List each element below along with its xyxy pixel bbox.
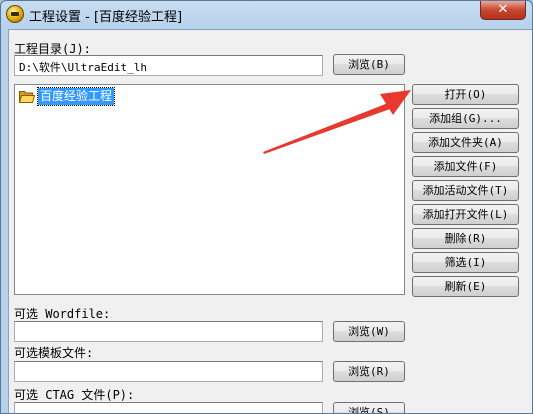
project-tree[interactable]: 百度经验工程 [14, 84, 405, 295]
template-label: 可选模板文件: [14, 346, 94, 360]
browse-template-button[interactable]: 浏览(R) [333, 361, 405, 382]
tree-item-label: 百度经验工程 [36, 87, 116, 106]
dialog-body: 工程目录(J): D:\软件\UltraEdit_lh 浏览(B) 百度经验工程… [8, 29, 532, 413]
delete-button[interactable]: 删除(R) [412, 228, 519, 249]
close-button[interactable]: ✕ [480, 1, 526, 20]
close-icon: ✕ [497, 2, 509, 17]
wordfile-label: 可选 Wordfile: [14, 307, 111, 321]
browse-ctag-button[interactable]: 浏览(S) [333, 402, 405, 413]
project-dir-input[interactable]: D:\软件\UltraEdit_lh [14, 55, 323, 76]
browse-wordfile-button[interactable]: 浏览(W) [333, 321, 405, 342]
project-settings-window: 工程设置 - [百度经验工程] ✕ 工程目录(J): D:\软件\UltraEd… [0, 0, 533, 414]
add-group-button[interactable]: 添加组(G)... [412, 108, 519, 129]
window-title: 工程设置 - [百度经验工程] [29, 10, 183, 25]
add-open-files-button[interactable]: 添加打开文件(L) [412, 204, 519, 225]
app-icon [6, 5, 24, 23]
add-file-button[interactable]: 添加文件(F) [412, 156, 519, 177]
folder-open-icon [19, 91, 35, 103]
add-folder-button[interactable]: 添加文件夹(A) [412, 132, 519, 153]
wordfile-input[interactable] [14, 321, 323, 342]
title-bar[interactable]: 工程设置 - [百度经验工程] ✕ [1, 1, 532, 28]
open-button[interactable]: 打开(O) [412, 84, 519, 105]
filter-button[interactable]: 筛选(I) [412, 252, 519, 273]
ctag-label: 可选 CTAG 文件(P): [14, 388, 135, 402]
add-active-file-button[interactable]: 添加活动文件(T) [412, 180, 519, 201]
template-input[interactable] [14, 361, 323, 382]
browse-project-dir-button[interactable]: 浏览(B) [333, 54, 405, 75]
refresh-button[interactable]: 刷新(E) [412, 276, 519, 297]
ctag-input[interactable] [14, 402, 323, 413]
